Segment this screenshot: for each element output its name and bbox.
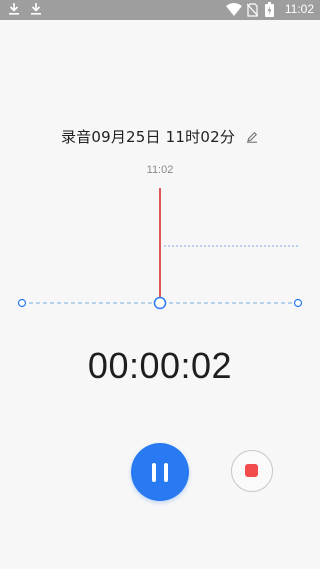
waveform-time-marker: 11:02 xyxy=(146,164,174,176)
battery-icon xyxy=(265,2,274,17)
download-icon xyxy=(9,3,19,15)
waveform-end-handle xyxy=(293,298,303,308)
pause-button[interactable] xyxy=(131,443,189,501)
wifi-icon xyxy=(226,3,242,16)
status-bar: 11:02 xyxy=(0,0,320,20)
edit-title-button[interactable] xyxy=(245,129,259,143)
stop-icon xyxy=(245,464,258,477)
playhead-handle[interactable] xyxy=(153,296,167,310)
pencil-icon xyxy=(247,131,258,143)
status-time: 11:02 xyxy=(284,2,314,16)
recording-title-row: 录音09月25日 11时02分 xyxy=(0,124,320,148)
download-icon xyxy=(31,3,41,15)
waveform-start-handle xyxy=(17,298,27,308)
waveform xyxy=(17,188,303,310)
recording-title: 录音09月25日 11时02分 xyxy=(60,127,236,146)
stop-button[interactable] xyxy=(231,450,273,492)
no-sim-icon xyxy=(247,3,258,17)
elapsed-timer: 00:00:02 xyxy=(87,345,233,386)
